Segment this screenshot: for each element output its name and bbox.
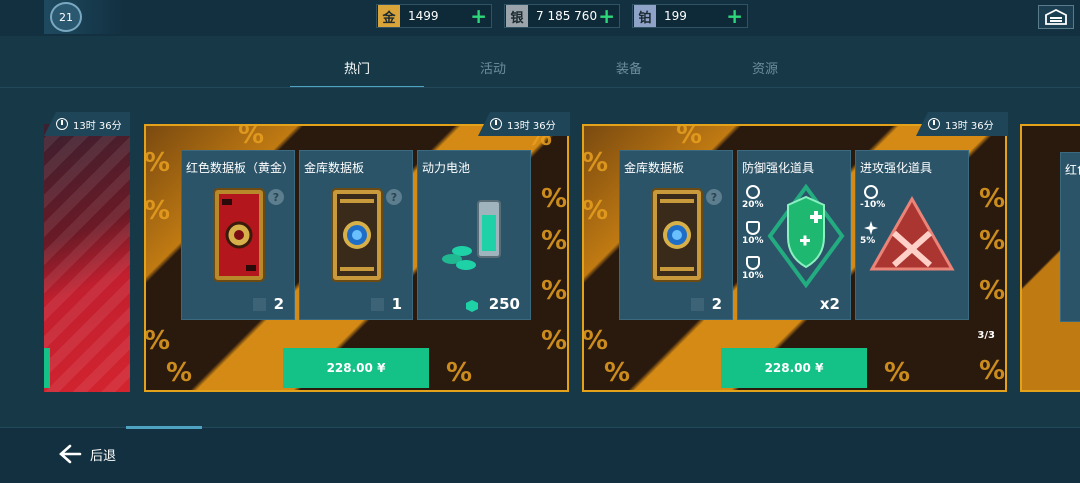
item-card[interactable]: 红色数据板（黄金） ? 2 <box>181 150 295 320</box>
help-icon[interactable]: ? <box>706 189 722 205</box>
item-card[interactable]: 进攻强化道具 -10% 5% <box>855 150 969 320</box>
power-cell-icon <box>442 200 501 270</box>
silver-value: 7 185 760 <box>536 9 598 23</box>
tab-divider <box>0 87 1080 88</box>
back-button[interactable]: 后退 <box>58 444 116 464</box>
item-quantity: 2 <box>711 295 722 313</box>
currency-gold: 金 1499 + <box>376 4 492 28</box>
item-card[interactable]: 金库数据板 ? 2 <box>619 150 733 320</box>
tab-equipment[interactable]: 装备 <box>562 56 696 88</box>
item-name: 防御强化道具 <box>742 161 815 175</box>
bottom-bar <box>0 427 1080 483</box>
help-icon[interactable]: ? <box>268 189 284 205</box>
add-silver-button[interactable]: + <box>598 6 615 26</box>
offer-timer: 13时 36分 <box>916 112 1008 136</box>
clock-icon <box>928 118 940 130</box>
help-icon[interactable]: ? <box>386 189 402 205</box>
garage-button[interactable] <box>1038 5 1074 29</box>
armor-stat-icon <box>746 256 760 270</box>
gold-icon: 金 <box>378 5 400 27</box>
currency-platinum: 铂 199 + <box>632 4 748 28</box>
garage-icon <box>1045 9 1067 25</box>
item-card[interactable]: 防御强化道具 20% 10% 10% x2 <box>737 150 851 320</box>
tab-hot[interactable]: 热门 <box>290 56 424 88</box>
currency-silver: 银 7 185 760 + <box>504 4 620 28</box>
scroll-indicator <box>126 426 202 429</box>
add-platinum-button[interactable]: + <box>726 6 743 26</box>
speed-stat-icon <box>746 185 760 199</box>
damage-stat-icon <box>864 221 878 235</box>
item-quantity: x2 <box>819 295 840 313</box>
level-badge[interactable]: 21 <box>50 2 82 32</box>
item-quantity: 2 <box>273 295 284 313</box>
tab-resources[interactable]: 资源 <box>698 56 832 88</box>
platinum-value: 199 <box>664 9 687 23</box>
add-gold-button[interactable]: + <box>470 6 487 26</box>
cooldown-stat-icon <box>864 185 878 199</box>
item-name: 金库数据板 <box>624 161 685 175</box>
offer-timer: 13时 36分 <box>478 112 570 136</box>
item-name: 红色 <box>1065 163 1080 177</box>
item-name: 动力电池 <box>422 161 471 175</box>
silver-icon: 银 <box>506 5 528 27</box>
back-label: 后退 <box>90 448 117 464</box>
item-card[interactable]: 动力电池 250 <box>417 150 531 320</box>
buy-button[interactable]: 228.00 ¥ <box>283 348 429 388</box>
buy-button[interactable]: 228.00 ¥ <box>721 348 867 388</box>
tab-bar: 热门 活动 装备 资源 <box>0 56 1080 88</box>
defense-boost-icon <box>767 183 845 289</box>
item-card[interactable]: 金库数据板 ? 1 <box>299 150 413 320</box>
item-card: 红色 <box>1060 152 1080 322</box>
offer-card-partial-left[interactable] <box>44 124 130 392</box>
offer-card-partial-right[interactable]: 红色 <box>1020 124 1080 392</box>
clock-icon <box>56 118 68 130</box>
offer-timer-left: 13时 36分 <box>44 112 130 136</box>
arrow-left-icon <box>59 444 82 464</box>
item-name: 进攻强化道具 <box>860 161 933 175</box>
platinum-icon: 铂 <box>634 5 656 27</box>
item-quantity: 250 <box>488 295 520 313</box>
clock-icon <box>490 118 502 130</box>
power-cell-small-icon <box>466 300 478 312</box>
gold-value: 1499 <box>408 9 439 23</box>
item-name: 金库数据板 <box>304 161 365 175</box>
level-number: 21 <box>59 10 73 24</box>
shield-stat-icon <box>746 221 760 235</box>
item-quantity: 1 <box>391 295 402 313</box>
item-name: 红色数据板（黄金） <box>186 161 295 175</box>
tab-events[interactable]: 活动 <box>426 56 560 88</box>
offer-page-indicator: 3/3 <box>977 330 995 341</box>
